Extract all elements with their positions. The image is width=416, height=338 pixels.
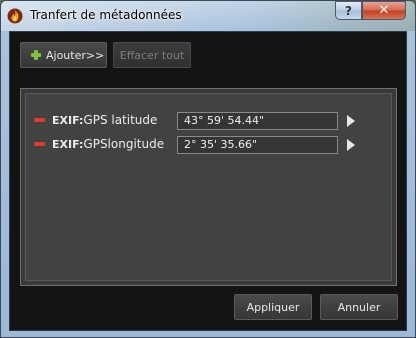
clear-all-label: Effacer tout <box>119 48 185 62</box>
cancel-button-label: Annuler <box>337 300 381 314</box>
latitude-value-field[interactable]: 43° 59' 54.44" <box>177 112 338 130</box>
field-prefix: EXIF: <box>52 114 84 127</box>
help-button[interactable]: ? <box>335 1 362 20</box>
remove-icon[interactable] <box>34 142 45 146</box>
field-label: EXIF:GPSlongitude <box>52 137 164 151</box>
cancel-button[interactable]: Annuler <box>320 294 398 320</box>
metadata-row-longitude: EXIF:GPSlongitude 2° 35' 35.66" <box>26 136 391 154</box>
metadata-list: EXIF:GPS latitude 43° 59' 54.44" EXIF:GP… <box>25 93 392 281</box>
dialog-window: Tranfert de métadonnées ? ✕ Ajouter>> Ef… <box>0 0 416 338</box>
plus-icon <box>31 50 41 60</box>
field-name: GPSlongitude <box>83 137 165 151</box>
expand-arrow-icon[interactable] <box>347 115 355 127</box>
field-label: EXIF:GPS latitude <box>52 113 157 127</box>
apply-button[interactable]: Appliquer <box>234 294 312 320</box>
window-title: Tranfert de métadonnées <box>30 8 182 22</box>
expand-arrow-icon[interactable] <box>347 139 355 151</box>
title-bar[interactable]: Tranfert de métadonnées ? ✕ <box>1 1 415 31</box>
close-icon: ✕ <box>378 3 390 18</box>
apply-button-label: Appliquer <box>246 300 300 314</box>
add-button[interactable]: Ajouter>> <box>20 42 107 68</box>
clear-all-button[interactable]: Effacer tout <box>113 42 191 68</box>
dialog-content: Ajouter>> Effacer tout EXIF:GPS latitude… <box>9 31 407 331</box>
metadata-panel: EXIF:GPS latitude 43° 59' 54.44" EXIF:GP… <box>20 88 397 286</box>
add-button-label: Ajouter>> <box>46 48 105 62</box>
close-button[interactable]: ✕ <box>362 1 406 20</box>
metadata-row-latitude: EXIF:GPS latitude 43° 59' 54.44" <box>26 112 391 130</box>
field-name: GPS latitude <box>83 113 158 127</box>
field-prefix: EXIF: <box>52 138 84 151</box>
longitude-value-field[interactable]: 2° 35' 35.66" <box>177 136 338 154</box>
help-icon: ? <box>345 3 352 18</box>
remove-icon[interactable] <box>34 118 45 122</box>
app-flame-icon <box>7 8 23 24</box>
